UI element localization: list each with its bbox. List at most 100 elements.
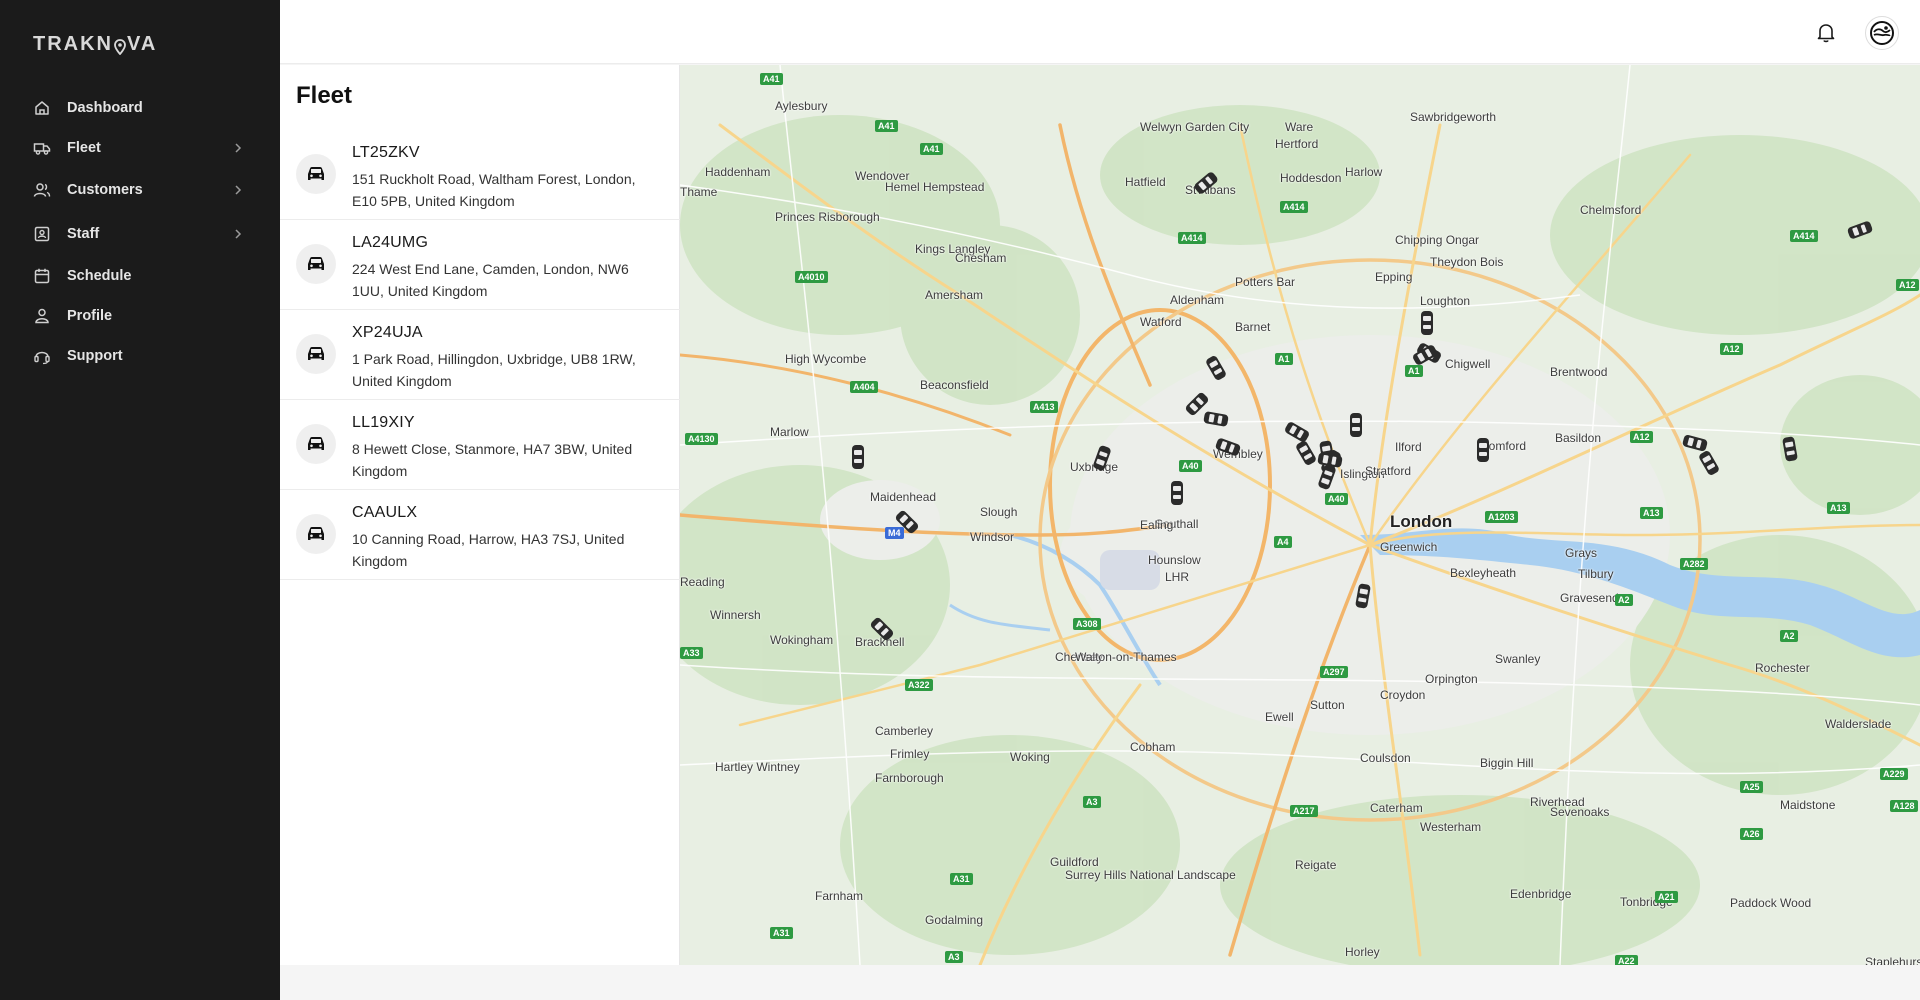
map-place-label: Princes Risborough — [775, 210, 880, 224]
nav-item-staff[interactable]: Staff — [0, 212, 280, 256]
map-place-label: Sutton — [1310, 698, 1345, 712]
vehicle-address: 1 Park Road, Hillingdon, Uxbridge, UB8 1… — [352, 351, 636, 389]
road-number-badge: A33 — [680, 647, 703, 659]
location-pin-icon — [114, 38, 126, 55]
road-number-badge: A2 — [1615, 594, 1633, 606]
car-icon — [296, 514, 336, 554]
road-number-badge: A40 — [1325, 493, 1348, 505]
nav-label: Customers — [67, 182, 143, 198]
road-number-badge: A41 — [920, 143, 943, 155]
map-place-label: Maidenhead — [870, 490, 937, 504]
vehicle-marker[interactable] — [1170, 480, 1184, 506]
avatar-icon — [1870, 21, 1894, 45]
road-number-badge: A12 — [1896, 279, 1919, 291]
map-place-label: Beaconsfield — [920, 378, 989, 392]
nav-item-customers[interactable]: Customers — [0, 168, 280, 212]
map-place-label: Barnet — [1235, 320, 1271, 334]
map-place-label: Ewell — [1265, 710, 1294, 724]
vehicle-address: 151 Ruckholt Road, Waltham Forest, Londo… — [352, 171, 636, 209]
top-header — [280, 0, 1920, 64]
nav-item-schedule[interactable]: Schedule — [0, 256, 280, 296]
road-number-badge: A1203 — [1485, 511, 1518, 523]
truck-icon — [33, 139, 51, 157]
map-place-label: Frimley — [890, 747, 930, 761]
vehicle-marker[interactable] — [1476, 437, 1490, 463]
nav-item-fleet[interactable]: Fleet — [0, 128, 280, 168]
map-place-label: Windsor — [970, 530, 1015, 544]
road-number-badge: A413 — [1030, 401, 1058, 413]
map-place-label: Ealing — [1140, 518, 1174, 532]
map-place-label: Hounslow — [1148, 553, 1201, 567]
users-icon — [33, 181, 51, 199]
map-place-label: Woking — [1010, 750, 1050, 764]
fleet-list-item[interactable]: CAAULX 10 Canning Road, Harrow, HA3 7SJ,… — [280, 490, 680, 580]
map-place-label: Paddock Wood — [1730, 896, 1812, 910]
app-logo[interactable]: TRAKN VA — [33, 33, 157, 56]
vehicle-marker[interactable] — [851, 444, 865, 470]
map-place-label: Farnborough — [875, 771, 944, 785]
map-place-label: LHR — [1165, 570, 1190, 584]
map-place-label: Sawbridgeworth — [1410, 110, 1497, 124]
road-number-badge: A404 — [850, 381, 878, 393]
logo-text-prefix: TRAKN — [33, 33, 113, 55]
map-place-label: High Wycombe — [785, 352, 867, 366]
nav-item-dashboard[interactable]: Dashboard — [0, 88, 280, 128]
avatar[interactable] — [1865, 16, 1899, 50]
map-place-label: Edenbridge — [1510, 887, 1572, 901]
map-place-label: Brentwood — [1550, 365, 1608, 379]
map-place-label: Surrey Hills National Landscape — [1065, 868, 1236, 882]
road-number-badge: A31 — [770, 927, 793, 939]
nav-item-profile[interactable]: Profile — [0, 296, 280, 336]
fleet-list-item[interactable]: LA24UMG 224 West End Lane, Camden, Londo… — [280, 220, 680, 310]
main-navigation: Dashboard Fleet Customers Staff Schedule… — [0, 88, 280, 376]
map-place-label: Grays — [1565, 546, 1598, 560]
fleet-list-item[interactable]: LT25ZKV 151 Ruckholt Road, Waltham Fores… — [280, 130, 680, 220]
map-place-label: Stratford — [1365, 464, 1412, 478]
road-number-badge: A21 — [1655, 891, 1678, 903]
vehicle-plate: LT25ZKV — [352, 144, 420, 161]
vehicle-marker[interactable] — [1420, 310, 1434, 336]
map-base — [680, 65, 1920, 965]
fleet-list-item[interactable]: LL19XIY 8 Hewett Close, Stanmore, HA7 3B… — [280, 400, 680, 490]
road-number-badge: A297 — [1320, 666, 1348, 678]
map-place-label: Walton-on-Thames — [1075, 650, 1177, 664]
map-place-label: Ilford — [1395, 440, 1422, 454]
road-number-badge: A414 — [1790, 230, 1818, 242]
road-number-badge: A282 — [1680, 558, 1708, 570]
footer-bar — [280, 965, 1920, 1000]
map-place-label: Aylesbury — [775, 99, 828, 113]
road-number-badge: A4010 — [795, 271, 828, 283]
map-place-label: Caterham — [1370, 801, 1423, 815]
map-place-label: Thame — [680, 185, 718, 199]
map-place-label: Coulsdon — [1360, 751, 1411, 765]
road-number-badge: A1 — [1275, 353, 1293, 365]
chevron-right-icon — [234, 143, 244, 153]
road-number-badge: A25 — [1740, 781, 1763, 793]
map-place-label: Guildford — [1050, 855, 1099, 869]
nav-label: Staff — [67, 226, 100, 242]
user-icon — [33, 307, 51, 325]
vehicle-plate: CAAULX — [352, 504, 418, 521]
road-number-badge: A12 — [1630, 431, 1653, 443]
bell-icon[interactable] — [1814, 20, 1838, 44]
vehicle-marker[interactable] — [1349, 412, 1363, 438]
road-number-badge: A13 — [1827, 502, 1850, 514]
logo-text-suffix: VA — [127, 33, 158, 55]
road-number-badge: A26 — [1740, 828, 1763, 840]
fleet-panel: Fleet LT25ZKV 151 Ruckholt Road, Waltham… — [280, 65, 680, 965]
map-place-label: Aldenham — [1170, 293, 1225, 307]
map-place-label: Basildon — [1555, 431, 1602, 445]
map-place-label: Gravesend — [1560, 591, 1619, 605]
map-place-label: Hertford — [1275, 137, 1319, 151]
fleet-map[interactable]: Aylesbury Haddenham Wendover Thame Princes R… — [680, 65, 1920, 965]
car-icon — [296, 154, 336, 194]
map-place-label: Theydon Bois — [1430, 255, 1504, 269]
fleet-list-item[interactable]: XP24UJA 1 Park Road, Hillingdon, Uxbridg… — [280, 310, 680, 400]
road-number-badge: A3 — [945, 951, 963, 963]
nav-item-support[interactable]: Support — [0, 336, 280, 376]
map-place-label: London — [1390, 512, 1453, 531]
page-title: Fleet — [296, 82, 353, 109]
nav-label: Schedule — [67, 268, 132, 284]
vehicle-address: 224 West End Lane, Camden, London, NW6 1… — [352, 261, 629, 299]
road-number-badge: A414 — [1178, 232, 1206, 244]
